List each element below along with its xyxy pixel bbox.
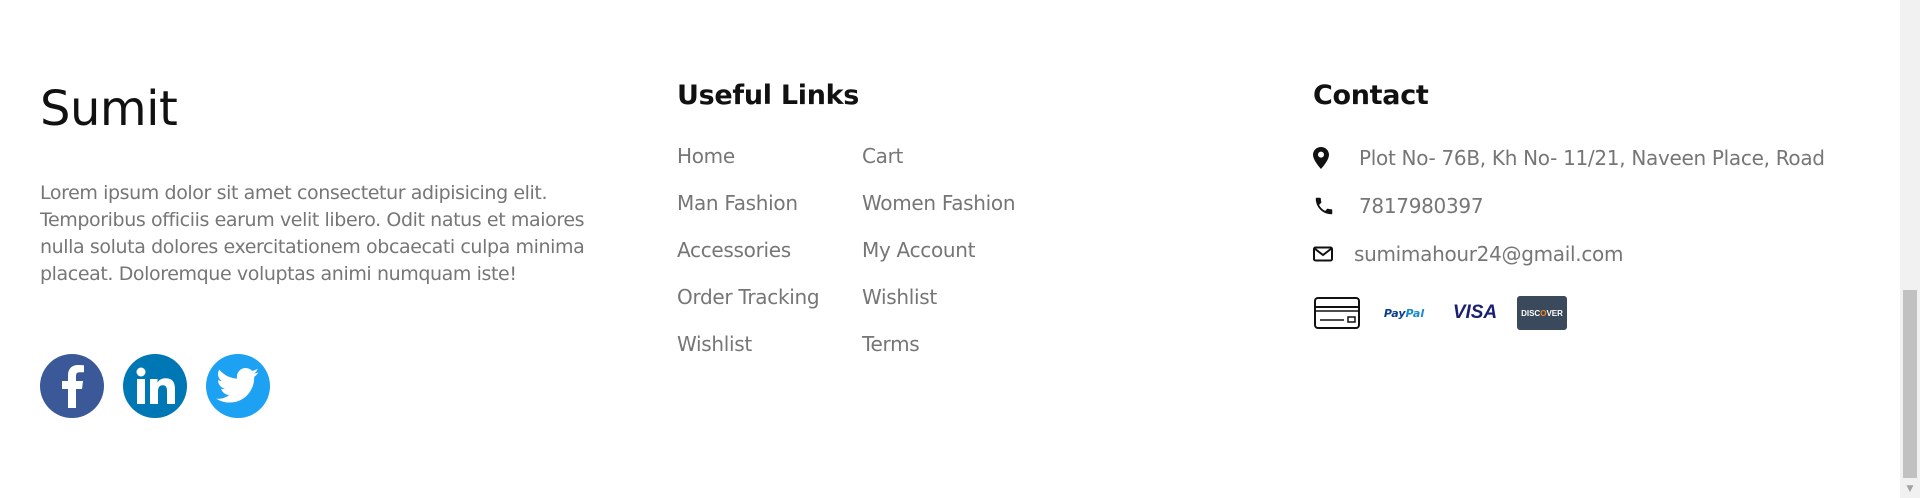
link-cart[interactable]: Cart xyxy=(862,142,1062,170)
contact-address: Plot No- 76B, Kh No- 11/21, Naveen Place… xyxy=(1359,146,1825,170)
link-wishlist[interactable]: Wishlist xyxy=(862,283,1062,311)
twitter-button[interactable] xyxy=(206,354,270,418)
brand-title: Sumit xyxy=(40,81,178,137)
linkedin-icon xyxy=(136,367,175,404)
discover-text-post: VER xyxy=(1546,308,1563,318)
brand-description: Lorem ipsum dolor sit amet consectetur a… xyxy=(40,182,585,285)
footer: Sumit Lorem ipsum dolor sit amet consect… xyxy=(0,0,1900,498)
paypal-pay-text: Pay xyxy=(1383,306,1406,320)
paypal-pal-text: Pal xyxy=(1405,306,1425,320)
useful-links-heading: Useful Links xyxy=(677,80,860,111)
page-scrollbar[interactable]: ▼ xyxy=(1900,0,1920,498)
link-home[interactable]: Home xyxy=(677,142,862,170)
link-wishlist-2[interactable]: Wishlist xyxy=(677,330,862,358)
mail-icon xyxy=(1313,242,1337,266)
discover-text-pre: DISC xyxy=(1521,308,1541,318)
contact-phone[interactable]: 7817980397 xyxy=(1359,192,1484,220)
facebook-button[interactable] xyxy=(40,354,104,418)
discover-logo: DISC O VER xyxy=(1517,296,1567,330)
linkedin-button[interactable] xyxy=(123,354,187,418)
social-links xyxy=(40,354,270,418)
useful-links-list: Home Cart Man Fashion Women Fashion Acce… xyxy=(677,142,1062,358)
link-accessories[interactable]: Accessories xyxy=(677,236,862,264)
payment-methods: Pay Pal VISA DISC O VER xyxy=(1313,295,1567,331)
twitter-icon xyxy=(216,368,259,403)
contact-address-row: Plot No- 76B, Kh No- 11/21, Naveen Place… xyxy=(1313,144,1825,172)
paypal-logo: Pay Pal xyxy=(1375,295,1433,331)
contact-heading: Contact xyxy=(1313,80,1429,111)
contact-email-row: sumimahour24@gmail.com xyxy=(1313,240,1825,268)
link-women-fashion[interactable]: Women Fashion xyxy=(862,189,1062,217)
contact-email[interactable]: sumimahour24@gmail.com xyxy=(1354,240,1623,268)
phone-icon xyxy=(1313,194,1337,218)
map-pin-icon xyxy=(1313,146,1337,170)
link-terms[interactable]: Terms xyxy=(862,330,1062,358)
scrollbar-thumb[interactable] xyxy=(1903,290,1917,478)
scroll-down-arrow-icon[interactable]: ▼ xyxy=(1900,480,1920,498)
contact-phone-row: 7817980397 xyxy=(1313,192,1825,220)
contact-list: Plot No- 76B, Kh No- 11/21, Naveen Place… xyxy=(1313,144,1825,288)
visa-logo: VISA xyxy=(1452,302,1498,323)
facebook-icon xyxy=(62,365,84,408)
credit-card-icon xyxy=(1313,295,1361,331)
link-man-fashion[interactable]: Man Fashion xyxy=(677,189,862,217)
link-order-tracking[interactable]: Order Tracking xyxy=(677,283,862,311)
link-my-account[interactable]: My Account xyxy=(862,236,1062,264)
